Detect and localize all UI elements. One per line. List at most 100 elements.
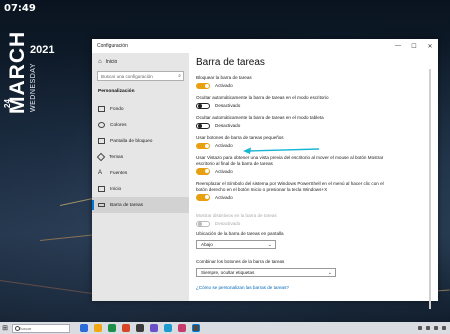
setting-peek: Usar Vistazo para obtener una vista prev… (196, 155, 396, 175)
calendar-day: 24 (3, 99, 12, 108)
window-title: Configuración (97, 43, 128, 49)
settings-window: Configuración — ☐ ✕ ⌂ Inicio Buscar una … (92, 39, 438, 309)
start-icon (98, 186, 105, 192)
sidebar-item-fondo[interactable]: Fondo (92, 101, 189, 117)
desktop-clock: 07:49 (4, 3, 36, 14)
settings-gear-icon[interactable] (192, 324, 200, 332)
app-icon[interactable] (122, 324, 130, 332)
search-icon: ⌕ (178, 73, 181, 79)
setting-label: Ocultar automáticamente la barra de tare… (196, 95, 329, 100)
setting-label: Ubicación de la barra de tareas en panta… (196, 231, 284, 236)
toggle-state: Desactivado (215, 123, 241, 129)
setting-label: Bloquear la barra de tareas (196, 75, 252, 80)
app-icon[interactable] (150, 324, 158, 332)
setting-lock-taskbar: Bloquear la barra de tareas Activado (196, 75, 428, 90)
setting-powershell: Reemplazar el Símbolo del sistema por Wi… (196, 181, 396, 201)
sidebar-item-label: Inicio (110, 186, 122, 192)
palette-icon (98, 122, 105, 128)
scrollbar[interactable] (429, 69, 431, 309)
toggle-state: Activado (215, 168, 233, 174)
toggle-state: Activado (215, 143, 233, 149)
toggle-switch[interactable] (196, 102, 210, 110)
toggle-state: Desactivado (215, 221, 241, 227)
image-icon (98, 106, 105, 112)
sidebar-item-pantalla-bloqueo[interactable]: Pantalla de bloqueo (92, 133, 189, 149)
sidebar-item-label: Barra de tareas (110, 202, 144, 208)
close-button[interactable]: ✕ (422, 39, 438, 53)
start-button[interactable]: ⊞ (0, 322, 10, 334)
font-icon: A (98, 170, 103, 176)
setting-label: Combinar los botones de la barra de tare… (196, 259, 285, 264)
annotation-arrow-icon (243, 147, 319, 154)
home-icon: ⌂ (98, 59, 102, 65)
sidebar-item-inicio[interactable]: Inicio (92, 181, 189, 197)
toggle-switch[interactable] (196, 82, 210, 90)
setting-label: Usar botones de barra de tareas pequeños (196, 135, 284, 140)
page-title: Barra de tareas (196, 57, 265, 68)
setting-location: Ubicación de la barra de tareas en panta… (196, 231, 284, 249)
help-link[interactable]: ¿Cómo se personalizan las barras de tare… (196, 285, 289, 290)
toggle-state: Desactivado (215, 103, 241, 109)
lock-screen-icon (98, 138, 105, 144)
setting-label: Reemplazar el Símbolo del sistema por Wi… (196, 181, 384, 192)
sidebar-home-link[interactable]: ⌂ Inicio (98, 59, 117, 65)
taskbar-icon (98, 203, 105, 207)
combine-dropdown[interactable]: Siempre, ocultar etiquetas ⌄ (196, 267, 336, 277)
sidebar-section-heading: Personalización (98, 89, 135, 94)
sidebar-item-fuentes[interactable]: A Fuentes (92, 165, 189, 181)
setting-label: Mostrar distintivos en la barra de tarea… (196, 213, 277, 218)
calendar-weekday: WEDNESDAY (30, 62, 37, 112)
settings-sidebar: ⌂ Inicio Buscar una configuración ⌕ Pers… (92, 53, 189, 301)
toggle-switch[interactable] (196, 168, 210, 175)
minimize-button[interactable]: — (390, 39, 406, 53)
sidebar-item-label: Pantalla de bloqueo (110, 138, 153, 144)
settings-content: Barra de tareas Bloquear la barra de tar… (196, 53, 432, 309)
toggle-state: Activado (215, 194, 233, 200)
app-icon[interactable] (80, 324, 88, 332)
search-placeholder: Buscar una configuración (101, 74, 153, 79)
taskbar-apps (80, 324, 200, 332)
setting-autohide-desktop: Ocultar automáticamente la barra de tare… (196, 95, 428, 110)
sidebar-item-label: Fuentes (110, 170, 128, 176)
windows-taskbar: ⊞ Buscar (0, 322, 450, 334)
volume-icon[interactable] (426, 326, 430, 330)
network-icon[interactable] (418, 326, 422, 330)
sidebar-item-barra-tareas[interactable]: Barra de tareas (92, 197, 189, 213)
window-titlebar[interactable]: Configuración — ☐ ✕ (92, 39, 438, 53)
calendar-year: 2021 (30, 44, 55, 56)
brush-icon (96, 152, 106, 162)
app-icon[interactable] (178, 324, 186, 332)
sidebar-nav: Fondo Colores Pantalla de bloqueo Temas … (92, 101, 189, 213)
taskbar-search-placeholder: Buscar (19, 325, 32, 331)
toggle-switch (196, 220, 210, 228)
app-icon[interactable] (108, 324, 116, 332)
toggle-switch[interactable] (196, 142, 210, 150)
setting-label: Usar Vistazo para obtener una vista prev… (196, 155, 384, 166)
sidebar-item-colores[interactable]: Colores (92, 117, 189, 133)
setting-autohide-tablet: Ocultar automáticamente la barra de tare… (196, 115, 428, 130)
toggle-switch[interactable] (196, 194, 210, 201)
setting-label: Ocultar automáticamente la barra de tare… (196, 115, 324, 120)
taskbar-search-input[interactable]: Buscar (12, 323, 70, 333)
chevron-down-icon: ⌄ (327, 269, 332, 276)
location-dropdown[interactable]: Abajo ⌄ (196, 239, 276, 249)
sidebar-item-label: Fondo (110, 106, 124, 112)
setting-combine: Combinar los botones de la barra de tare… (196, 259, 336, 277)
chevron-down-icon: ⌄ (267, 241, 272, 248)
window-controls: — ☐ ✕ (390, 39, 438, 53)
sidebar-item-label: Temas (109, 154, 124, 160)
battery-icon[interactable] (434, 326, 438, 330)
sidebar-item-label: Colores (110, 122, 127, 128)
notification-icon[interactable] (442, 326, 446, 330)
app-icon[interactable] (164, 324, 172, 332)
system-tray (418, 326, 446, 330)
maximize-button[interactable]: ☐ (406, 39, 422, 53)
dropdown-value: Abajo (201, 242, 213, 248)
sidebar-item-temas[interactable]: Temas (92, 149, 189, 165)
toggle-switch[interactable] (196, 122, 210, 130)
dropdown-value: Siempre, ocultar etiquetas (201, 270, 255, 276)
toggle-state: Activado (215, 83, 233, 89)
settings-search-input[interactable]: Buscar una configuración ⌕ (97, 71, 184, 81)
file-explorer-icon[interactable] (94, 324, 102, 332)
app-icon[interactable] (136, 324, 144, 332)
